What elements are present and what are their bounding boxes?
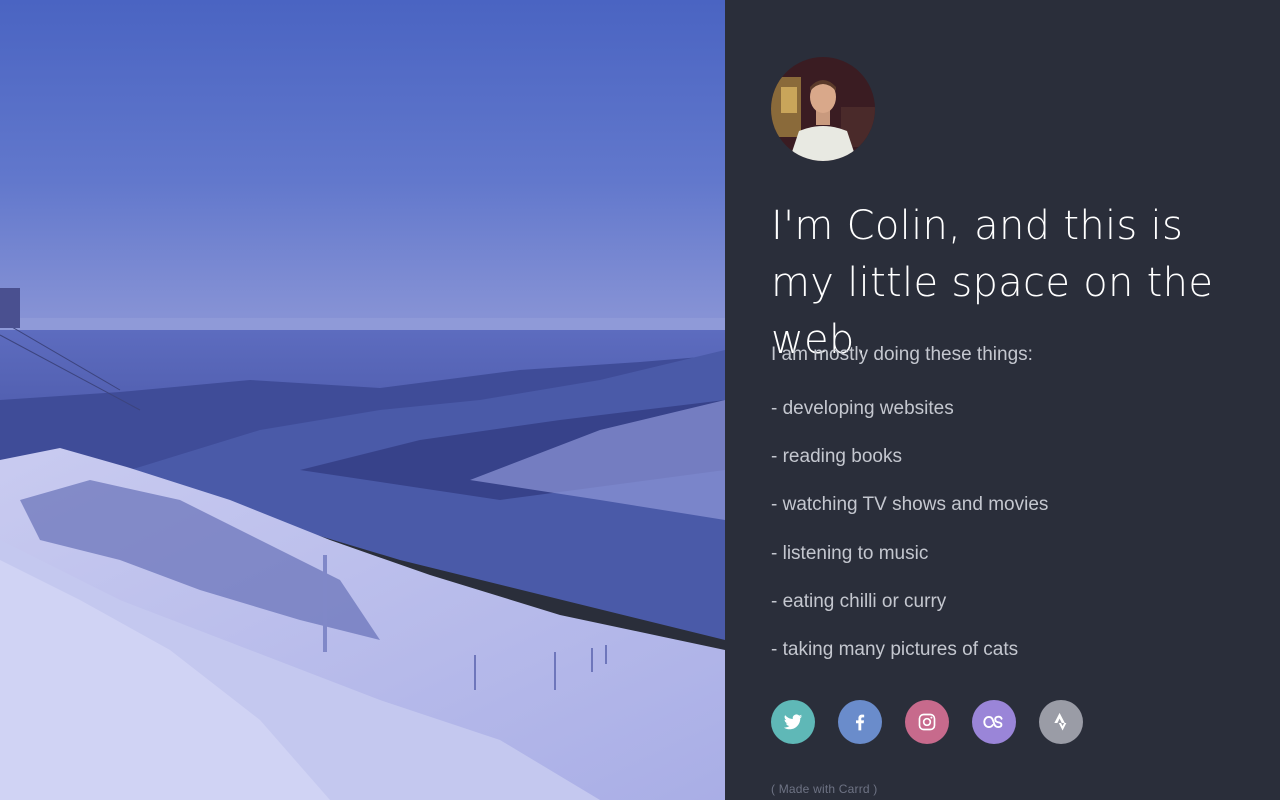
instagram-icon [918, 713, 936, 731]
list-item: - listening to music [771, 542, 929, 564]
intro-text: I am mostly doing these things: [771, 344, 1033, 365]
social-links [771, 700, 1083, 744]
profile-panel: I'm Colin, and this is my little space o… [725, 0, 1280, 800]
list-item: - reading books [771, 446, 902, 468]
list-item: - watching TV shows and movies [771, 494, 1049, 516]
avatar [771, 57, 875, 161]
strava-icon [1054, 712, 1067, 731]
twitter-icon [783, 714, 803, 730]
list-item: - taking many pictures of cats [771, 638, 1019, 660]
facebook-link[interactable] [838, 700, 882, 744]
strava-link[interactable] [1039, 700, 1083, 744]
person-portrait-icon [771, 57, 875, 161]
twitter-link[interactable] [771, 700, 815, 744]
instagram-link[interactable] [905, 700, 949, 744]
list-item: - eating chilli or curry [771, 590, 947, 612]
mountain-landscape-image [0, 0, 725, 800]
facebook-icon [856, 714, 865, 731]
lastfm-icon [983, 715, 1003, 729]
background-photo [0, 0, 725, 800]
made-with-carrd-credit: ( Made with Carrd ) [771, 782, 878, 796]
activities-list: - developing websites - reading books - … [771, 397, 1048, 686]
list-item: - developing websites [771, 398, 954, 419]
lastfm-link[interactable] [972, 700, 1016, 744]
